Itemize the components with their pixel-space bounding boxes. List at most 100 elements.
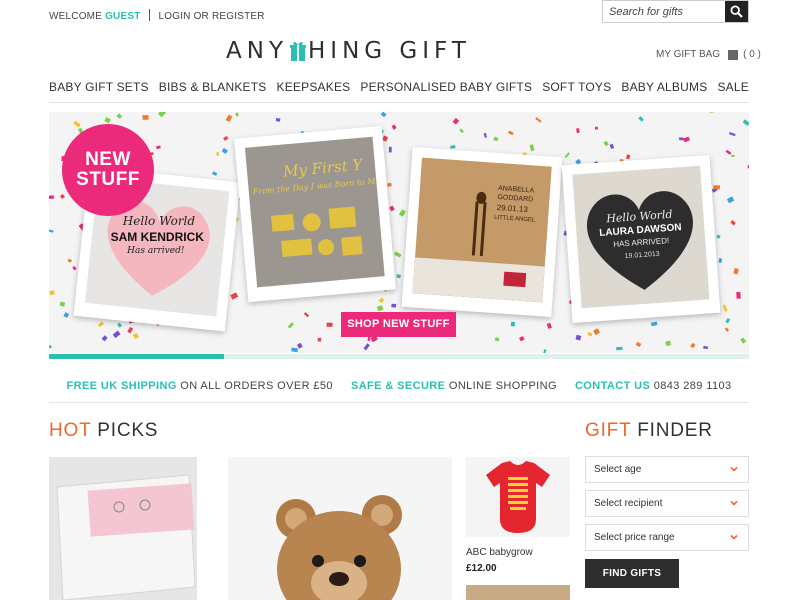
card2-line2: From the Day I was Born to My <box>252 176 381 197</box>
nav-item-baby-albums[interactable]: BABY ALBUMS <box>621 75 707 102</box>
confetti-piece <box>546 322 552 329</box>
confetti-piece <box>59 193 65 199</box>
site-logo[interactable]: ANY HING GIFT <box>226 36 526 66</box>
product-name[interactable]: ABC babygrow <box>466 547 570 558</box>
hero-photo-card: Hello World LAURA DAWSON HAS ARRIVED! 19… <box>561 155 721 323</box>
confetti-piece <box>709 112 714 113</box>
confetti-piece <box>587 331 593 337</box>
hero-photo-card: My First Y From the Day I was Born to My <box>234 125 396 303</box>
product-price: £12.00 <box>466 563 497 574</box>
login-register-link[interactable]: LOGIN OR REGISTER <box>158 11 264 22</box>
shop-new-stuff-button[interactable]: SHOP NEW STUFF <box>341 312 456 337</box>
confetti-piece <box>142 115 149 120</box>
phone-number: 0843 289 1103 <box>653 379 732 392</box>
confetti-piece <box>49 229 54 233</box>
price-range-select-label: Select price range <box>594 532 675 543</box>
confetti-piece <box>303 312 310 318</box>
confetti-piece <box>609 143 615 150</box>
nav-item-bibs-blankets[interactable]: BIBS & BLANKETS <box>159 75 267 102</box>
confetti-piece <box>452 117 460 125</box>
confetti-piece <box>616 346 623 351</box>
confetti-piece <box>389 205 395 212</box>
nav-item-baby-gift-sets[interactable]: BABY GIFT SETS <box>49 75 149 102</box>
confetti-piece <box>722 304 728 312</box>
confetti-piece <box>535 117 542 123</box>
info-strip: FREE UK SHIPPING ON ALL ORDERS OVER £50 … <box>49 369 749 403</box>
nav-item-personalised-baby-gifts[interactable]: PERSONALISED BABY GIFTS <box>360 75 532 102</box>
product-image-teddy-bear[interactable] <box>228 457 452 600</box>
confetti-piece <box>713 185 720 190</box>
gift-finder-title: GIFT FINDER <box>585 420 713 442</box>
age-select-label: Select age <box>594 464 642 475</box>
nav-item-sale[interactable]: SALE <box>717 75 749 102</box>
confetti-piece <box>724 327 730 332</box>
confetti-piece <box>450 144 456 149</box>
logo-text-right: HING GIFT <box>308 38 471 64</box>
confetti-piece <box>393 251 402 258</box>
confetti-piece <box>116 113 123 119</box>
hot-picks-title-accent: HOT <box>49 420 92 441</box>
divider <box>148 9 150 21</box>
confetti-piece <box>683 136 691 143</box>
contact-info: CONTACT US 0843 289 1103 <box>575 380 732 392</box>
hero-photo-card: ANABELLA GODDARD 29.01.13 LITTLE ANGEL <box>401 146 563 318</box>
confetti-piece <box>317 337 322 342</box>
nav-item-keepsakes[interactable]: KEEPSAKES <box>277 75 351 102</box>
confetti-piece <box>391 303 397 308</box>
hot-picks-title: HOT PICKS <box>49 420 158 442</box>
recipient-select[interactable]: Select recipient <box>585 490 749 517</box>
secure-highlight[interactable]: SAFE & SECURE <box>351 380 445 392</box>
welcome-bar: WELCOME GUEST LOGIN OR REGISTER <box>49 9 265 22</box>
confetti-piece <box>507 130 514 136</box>
confetti-piece <box>212 171 218 176</box>
find-gifts-button[interactable]: FIND GIFTS <box>585 559 679 588</box>
confetti-piece <box>67 258 72 263</box>
confetti-piece <box>378 297 385 304</box>
confetti-piece <box>117 322 122 328</box>
confetti-piece <box>576 128 580 134</box>
wooden-box-image <box>412 157 552 303</box>
contact-link[interactable]: CONTACT US <box>575 380 650 392</box>
confetti-piece <box>225 114 233 123</box>
card1-line2: SAM KENDRICK <box>110 229 204 244</box>
confetti-piece <box>726 196 735 204</box>
welcome-user: GUEST <box>105 11 141 22</box>
confetti-piece <box>665 340 672 347</box>
nav-item-soft-toys[interactable]: SOFT TOYS <box>542 75 611 102</box>
confetti-piece <box>291 347 299 353</box>
confetti-piece <box>155 145 161 150</box>
hot-picks-title-rest: PICKS <box>97 420 159 441</box>
product-info: ABC babygrow £12.00 <box>466 547 570 574</box>
confetti-piece <box>235 112 239 117</box>
logo-text-left: ANY <box>226 38 288 64</box>
product-image-gift-box[interactable] <box>49 457 197 600</box>
gift-box-photo <box>49 457 197 600</box>
hero-banner[interactable]: Hello World SAM KENDRICK Has arrived! NE… <box>49 112 749 353</box>
gift-bag[interactable]: MY GIFT BAG ( 0 ) <box>656 49 761 60</box>
confetti-piece <box>690 342 696 349</box>
confetti-piece <box>593 328 601 336</box>
confetti-piece <box>731 154 735 158</box>
gift-finder-title-rest: FINDER <box>637 420 713 441</box>
chevron-down-icon <box>730 500 738 506</box>
confetti-piece <box>459 128 464 134</box>
confetti-piece <box>529 144 535 152</box>
confetti-piece <box>363 343 370 351</box>
card1-line3: Has arrived! <box>127 245 185 256</box>
age-select[interactable]: Select age <box>585 456 749 483</box>
confetti-piece <box>388 146 392 153</box>
search-input[interactable] <box>603 1 725 22</box>
confetti-piece <box>483 132 488 138</box>
confetti-piece <box>725 149 732 155</box>
shipping-highlight[interactable]: FREE UK SHIPPING <box>67 380 177 392</box>
confetti-piece <box>49 345 52 349</box>
price-range-select[interactable]: Select price range <box>585 524 749 551</box>
search-button[interactable] <box>725 1 748 22</box>
search-icon <box>730 5 743 18</box>
badge-line-1: NEW <box>85 149 131 170</box>
confetti-piece <box>603 140 609 147</box>
confetti-piece <box>626 154 631 160</box>
product-image-babygrow[interactable] <box>466 457 570 537</box>
product-image-next[interactable] <box>466 585 570 600</box>
confetti-piece <box>326 322 333 327</box>
